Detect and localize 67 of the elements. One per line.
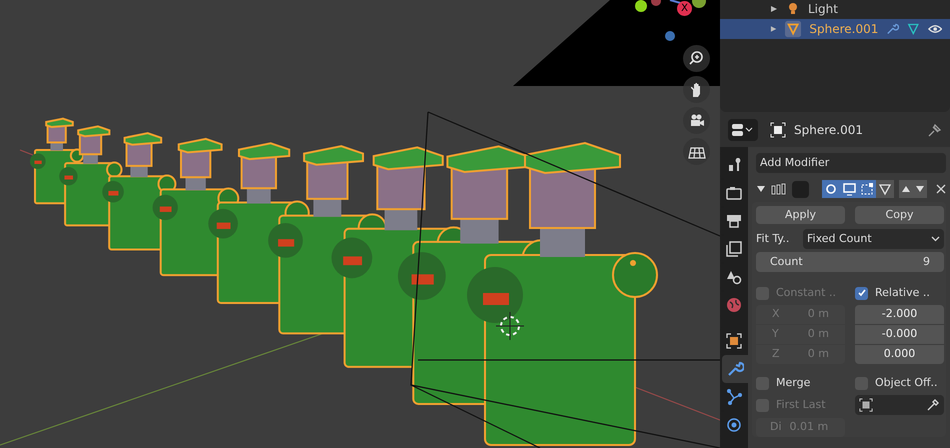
object-square-icon (725, 332, 743, 350)
checkbox-label: Merge (776, 374, 810, 391)
field-label: Fit Ty.. (756, 230, 790, 247)
array-icon (771, 183, 787, 195)
viewport-nav-button[interactable] (683, 76, 710, 103)
printer-icon (725, 212, 743, 230)
count-field[interactable]: Count 9 (756, 252, 944, 272)
toggle-button[interactable] (858, 180, 876, 198)
wrench-icon (726, 360, 744, 378)
outliner-row[interactable]: Sphere.001 (720, 19, 950, 39)
checkbox[interactable] (855, 286, 868, 300)
object-picker-field[interactable] (855, 395, 944, 415)
wrench-icon[interactable] (886, 22, 899, 36)
checkbox-label: Relative .. (875, 284, 930, 301)
chevron-icon (931, 236, 940, 242)
render-icon (725, 184, 743, 202)
close-icon[interactable] (936, 184, 946, 194)
offset-field[interactable]: -0.000 (855, 325, 944, 344)
viewport-nav-button[interactable] (683, 107, 710, 134)
offset-field[interactable]: -2.000 (855, 305, 944, 324)
object-icon (859, 398, 873, 412)
copy-button[interactable]: Copy (855, 206, 944, 224)
fit-type-dropdown[interactable]: Fixed Count (803, 229, 944, 249)
pin-icon[interactable] (928, 123, 942, 137)
move-down-button[interactable] (913, 180, 927, 198)
expand-arrow-icon[interactable] (770, 25, 778, 33)
move-up-button[interactable] (899, 180, 913, 198)
light-icon (786, 2, 800, 16)
offset-field[interactable]: 0.000 (855, 345, 944, 364)
object-icon (770, 122, 786, 138)
3d-cursor-icon (496, 312, 524, 340)
checkbox-label: Object Off.. (875, 374, 938, 391)
viewport-nav-button[interactable] (683, 138, 710, 165)
monitor-icon (841, 181, 857, 197)
checkbox[interactable] (855, 376, 868, 390)
apply-button[interactable]: Apply (756, 206, 845, 224)
axis-dot (635, 0, 647, 12)
expand-toggle[interactable] (756, 184, 766, 194)
origin-dot (630, 260, 636, 266)
checkmark-icon (856, 288, 866, 298)
editor-type-button[interactable] (728, 119, 758, 141)
mesh-data-icon[interactable] (907, 22, 920, 36)
down-triangle-icon (915, 185, 925, 193)
axis-dot (665, 31, 675, 41)
properties-icon (731, 123, 755, 137)
name-field[interactable] (792, 180, 809, 198)
toggle-button[interactable] (822, 180, 840, 198)
toggle-button[interactable] (840, 180, 858, 198)
expand-arrow-icon[interactable] (770, 5, 778, 13)
particles-icon (725, 388, 743, 406)
checkbox-label: Constant .. (776, 284, 836, 301)
editmode-icon (859, 181, 875, 197)
object-name: Light (808, 1, 838, 18)
eyedropper-icon[interactable] (926, 398, 940, 412)
up-triangle-icon (901, 185, 911, 193)
outliner-row[interactable]: Light (720, 0, 950, 19)
object-name: Sphere.001 (794, 122, 863, 139)
toggle-button[interactable] (876, 180, 894, 198)
images-icon (725, 240, 743, 258)
checkbox-label: First Last (776, 396, 826, 413)
object-name: Sphere.001 (809, 21, 878, 38)
eye-icon[interactable] (928, 22, 942, 36)
checkbox[interactable] (756, 376, 769, 390)
add-modifier-dropdown[interactable]: Add Modifier (756, 153, 946, 173)
orbit-icon (725, 416, 743, 434)
mesh-icon (785, 20, 802, 38)
globe-icon (725, 296, 743, 314)
